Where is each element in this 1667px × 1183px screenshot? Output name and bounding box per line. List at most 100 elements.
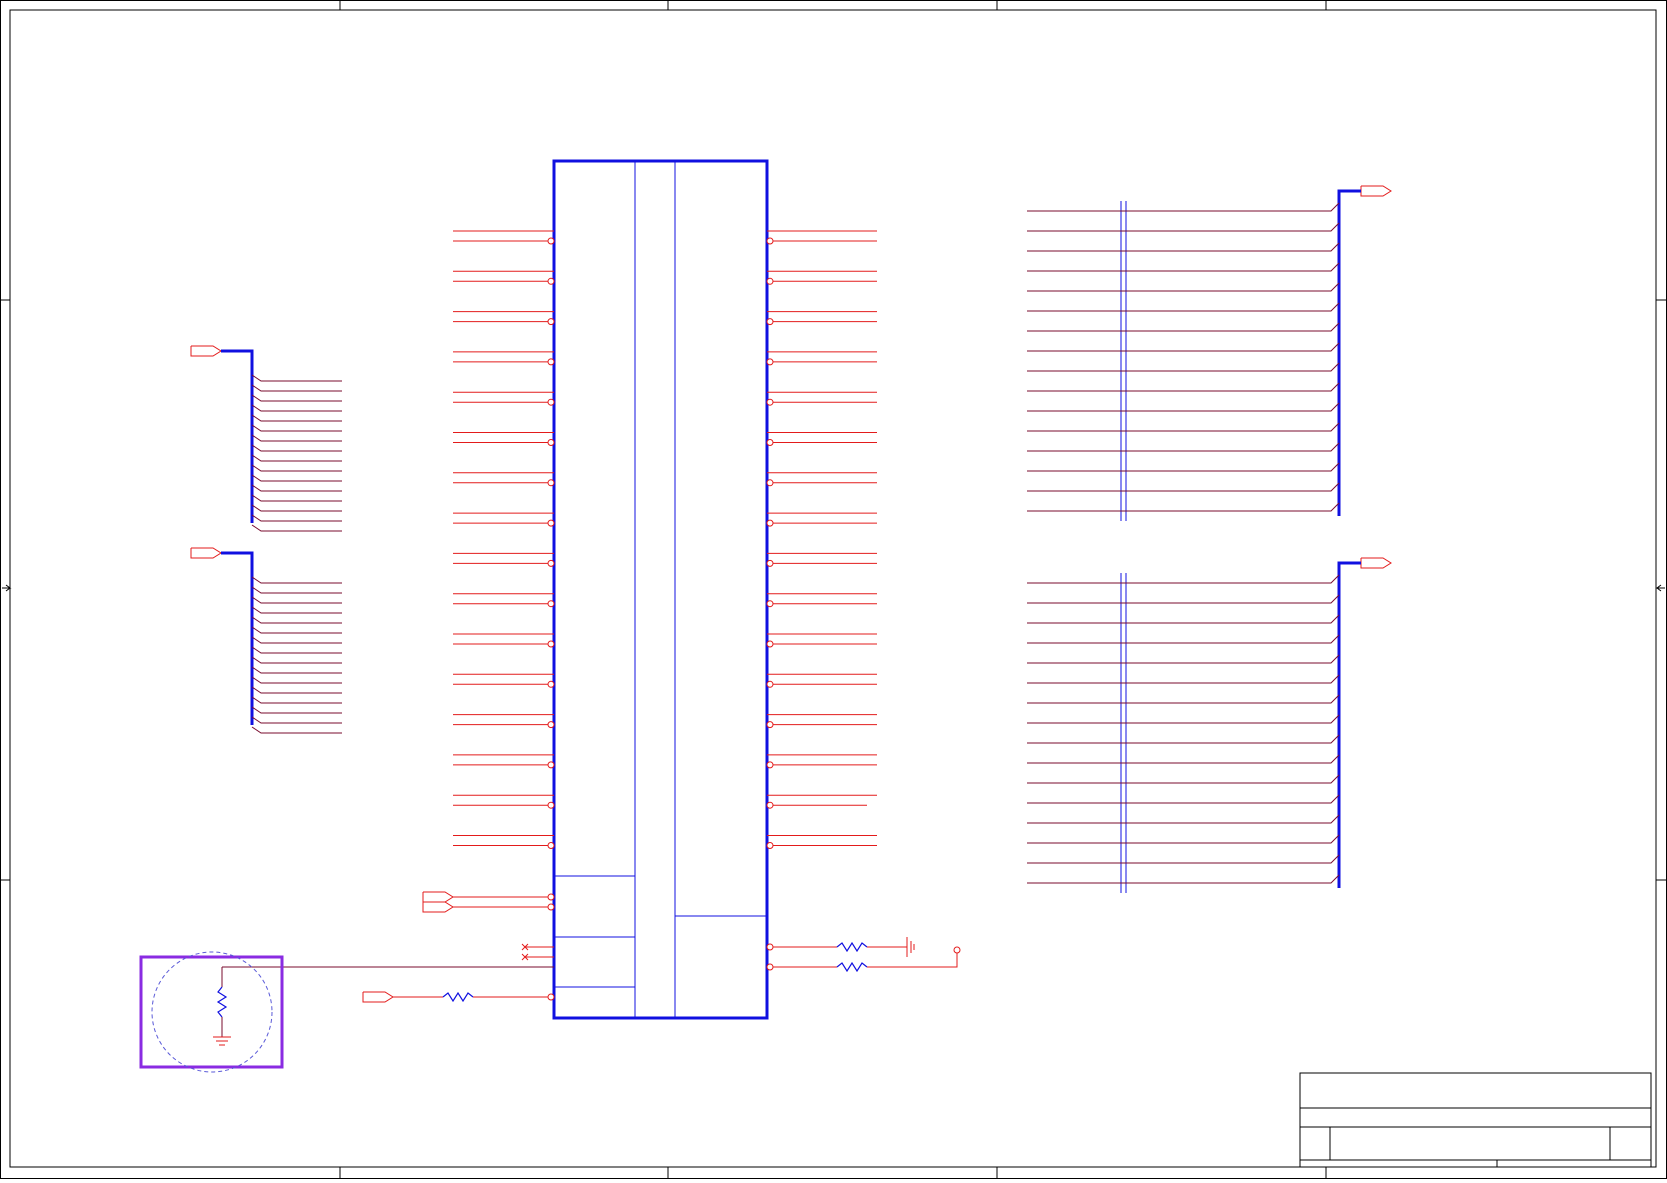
- bus-entry-wire[interactable]: [251, 454, 342, 462]
- port-flag-icon[interactable]: [422, 891, 454, 903]
- bus-trunk[interactable]: [1337, 189, 1361, 516]
- bus-entry-wire[interactable]: [1027, 754, 1340, 764]
- right-pin-pair[interactable]: [766, 835, 877, 849]
- bottom-right-net-ground[interactable]: [766, 937, 915, 957]
- bus-entry-wire[interactable]: [1027, 594, 1340, 604]
- bus-entry-wire[interactable]: [251, 576, 342, 584]
- bus-trunk[interactable]: [221, 349, 254, 523]
- right-pin-pair[interactable]: [766, 512, 877, 527]
- bus-entry-wire[interactable]: [251, 394, 342, 402]
- bus-entry-wire[interactable]: [1027, 262, 1340, 272]
- bus-entry-wire[interactable]: [1027, 322, 1340, 332]
- bus-entry-wire[interactable]: [1027, 342, 1340, 352]
- connector-component[interactable]: [222, 159, 961, 1020]
- left-pin-pair[interactable]: [453, 552, 555, 567]
- schematic-sheet[interactable]: [0, 0, 1667, 1179]
- right-pin-pair[interactable]: [766, 714, 877, 729]
- bus-entry-wire[interactable]: [251, 706, 342, 714]
- bus-port-flag-icon[interactable]: [190, 547, 222, 559]
- left-pin-pair[interactable]: [453, 351, 555, 366]
- bus-entry-wire[interactable]: [1027, 382, 1340, 392]
- selected-component-resistor-to-ground[interactable]: [139, 951, 284, 1073]
- right-pin-pair[interactable]: [766, 633, 877, 648]
- left-pin-pair[interactable]: [453, 673, 555, 688]
- no-connect-pin[interactable]: [521, 943, 554, 951]
- left-bus-1[interactable]: [190, 345, 342, 532]
- bus-entry-wire[interactable]: [1027, 834, 1340, 844]
- bus-entry-wire[interactable]: [251, 646, 342, 654]
- left-bus-2[interactable]: [190, 547, 342, 734]
- bus-entry-wire[interactable]: [251, 586, 342, 594]
- bus-entry-wire[interactable]: [1027, 442, 1340, 452]
- bus-entry-wire[interactable]: [251, 524, 342, 532]
- right-pin-pair[interactable]: [766, 351, 877, 366]
- bus-entry-wire[interactable]: [251, 616, 342, 624]
- left-pin-pair[interactable]: [453, 230, 555, 245]
- bus-entry-wire[interactable]: [1027, 814, 1340, 824]
- resistor-icon[interactable]: [836, 941, 868, 953]
- left-pin-pair[interactable]: [453, 270, 555, 285]
- bus-entry-wire[interactable]: [1027, 774, 1340, 784]
- bus-entry-wire[interactable]: [251, 676, 342, 684]
- bus-entry-wire[interactable]: [251, 494, 342, 502]
- bus-entry-wire[interactable]: [251, 626, 342, 634]
- bus-entry-wire[interactable]: [1027, 222, 1340, 232]
- right-bus-2[interactable]: [1027, 557, 1392, 893]
- bus-entry-wire[interactable]: [251, 606, 342, 614]
- bus-entry-wire[interactable]: [1027, 402, 1340, 412]
- right-pin-pair[interactable]: [766, 432, 877, 446]
- bus-entry-wire[interactable]: [251, 656, 342, 664]
- bus-entry-wire[interactable]: [251, 404, 342, 412]
- resistor-icon[interactable]: [442, 991, 474, 1003]
- bus-entry-wire[interactable]: [251, 384, 342, 392]
- bus-entry-wire[interactable]: [251, 666, 342, 674]
- left-pin-pair[interactable]: [453, 754, 555, 769]
- bus-entry-wire[interactable]: [1027, 674, 1340, 684]
- right-pin-pair[interactable]: [766, 230, 877, 245]
- bus-entry-wire[interactable]: [251, 434, 342, 442]
- bottom-left-port-1[interactable]: [422, 891, 555, 903]
- bus-entry-wire[interactable]: [1027, 654, 1340, 664]
- bus-trunk[interactable]: [1337, 561, 1361, 888]
- bus-entry-wire[interactable]: [1027, 202, 1340, 212]
- right-pin-pair[interactable]: [766, 794, 877, 809]
- bus-port-flag-icon[interactable]: [190, 345, 222, 357]
- bus-entry-wire[interactable]: [1027, 854, 1340, 864]
- bottom-left-port-2[interactable]: [422, 901, 555, 913]
- bottom-right-net-testpoint[interactable]: [766, 946, 961, 973]
- right-pin-pair[interactable]: [766, 391, 877, 406]
- bus-entry-wire[interactable]: [1027, 482, 1340, 492]
- bus-entry-wire[interactable]: [1027, 302, 1340, 312]
- port-flag-icon[interactable]: [362, 991, 394, 1003]
- right-bus-group[interactable]: [1027, 185, 1392, 893]
- bus-entry-wire[interactable]: [251, 504, 342, 512]
- bus-entry-wire[interactable]: [251, 424, 342, 432]
- bus-entry-wire[interactable]: [1027, 574, 1340, 584]
- pin-wire[interactable]: [867, 953, 958, 968]
- right-pin-pair[interactable]: [766, 673, 877, 688]
- bus-entry-wire[interactable]: [1027, 462, 1340, 472]
- bus-port-flag-icon[interactable]: [1360, 185, 1392, 197]
- bus-entry-wire[interactable]: [251, 696, 342, 704]
- bus-entry-wire[interactable]: [1027, 874, 1340, 884]
- resistor-icon[interactable]: [836, 961, 868, 973]
- left-pin-pair[interactable]: [453, 794, 555, 809]
- right-pin-pair[interactable]: [766, 754, 877, 769]
- right-pin-pair[interactable]: [766, 593, 877, 608]
- right-pin-pair[interactable]: [766, 311, 877, 326]
- left-pin-pair[interactable]: [453, 472, 555, 487]
- left-pin-pair[interactable]: [453, 714, 555, 729]
- left-pin-pair[interactable]: [453, 391, 555, 406]
- right-pin-pair[interactable]: [766, 552, 877, 567]
- bus-entry-wire[interactable]: [251, 464, 342, 472]
- bus-entry-wire[interactable]: [251, 514, 342, 522]
- bus-entry-wire[interactable]: [251, 374, 342, 382]
- bus-entry-wire[interactable]: [1027, 714, 1340, 724]
- bus-entry-wire[interactable]: [1027, 422, 1340, 432]
- bus-entry-wire[interactable]: [251, 596, 342, 604]
- bus-entry-wire[interactable]: [251, 444, 342, 452]
- bus-entry-wire[interactable]: [1027, 734, 1340, 744]
- bus-entry-wire[interactable]: [1027, 362, 1340, 372]
- bus-trunk[interactable]: [221, 551, 254, 725]
- bus-entry-wire[interactable]: [1027, 694, 1340, 704]
